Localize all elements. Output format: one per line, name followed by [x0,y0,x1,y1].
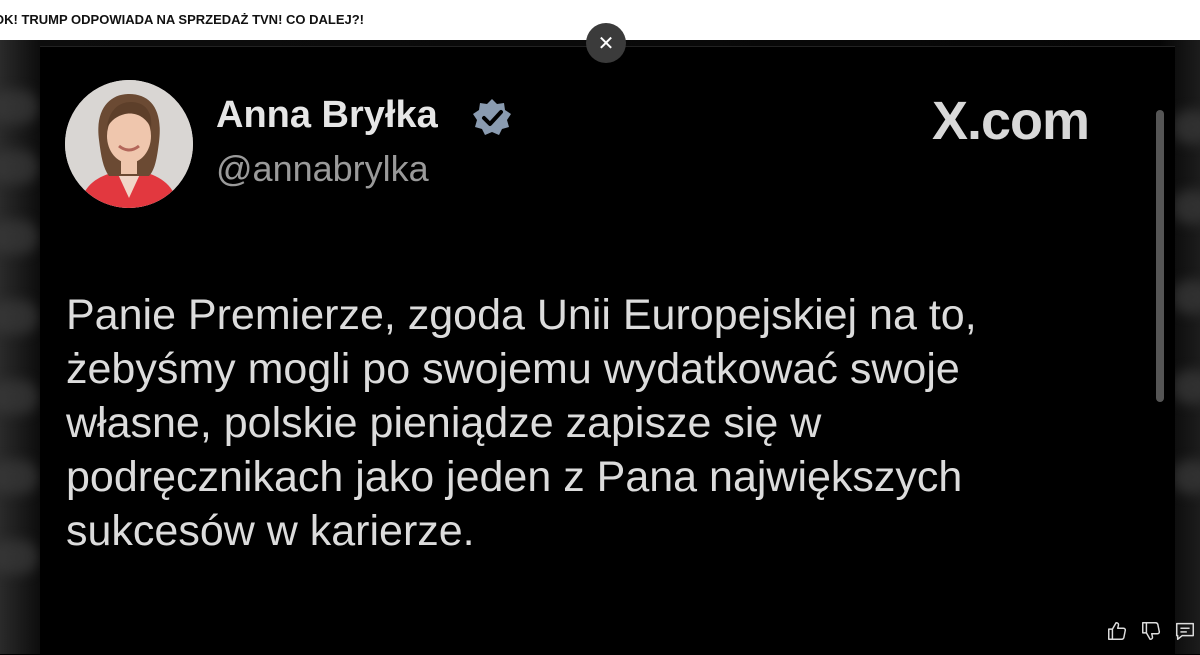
close-button[interactable]: ✕ [586,23,626,63]
user-handle: @annabrylka [216,148,429,189]
brand-logo: X.com [932,91,1090,151]
display-name: Anna Bryłka [216,94,438,136]
tweet-text: Panie Premierze, zgoda Unii Europejskiej… [66,288,1126,558]
thumbs-up-icon[interactable] [1106,620,1128,642]
close-icon[interactable]: ✕ [598,31,615,56]
tweet-text-line: żebyśmy mogli po swojemu wydatkować swoj… [66,345,960,393]
verified-badge-icon [473,99,511,135]
tweet-text-line: podręcznikach jako jeden z Pana najwięks… [66,453,963,501]
scrollbar[interactable] [1156,110,1164,402]
comment-icon[interactable] [1174,620,1196,642]
tweet-text-line: Panie Premierze, zgoda Unii Europejskiej… [66,291,977,339]
tweet-text-line: własne, polskie pieniądze zapisze się w [66,399,822,447]
avatar-image [65,80,193,208]
tweet-text-line: sukcesów w karierze. [66,507,475,555]
avatar [65,80,193,208]
action-bar [1106,620,1196,646]
thumbs-down-icon[interactable] [1140,620,1162,642]
